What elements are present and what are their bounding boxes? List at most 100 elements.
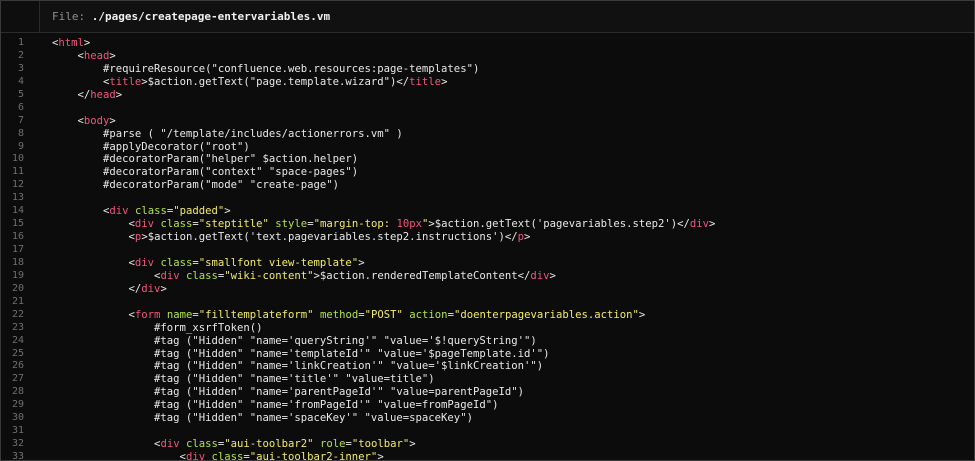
code-token: body	[83, 114, 110, 127]
code-token: #requireResource("confluence.web.resourc…	[52, 62, 480, 75]
code-token: #applyDecorator("root")	[52, 140, 250, 153]
code-token: #tag ("Hidden" "name='queryString'" "val…	[52, 334, 537, 347]
file-path: ./pages/createpage-entervariables.vm	[91, 10, 331, 23]
code-viewer: File: ./pages/createpage-entervariables.…	[0, 0, 975, 461]
code-line: 18 <div class="smallfont view-template">	[1, 257, 974, 270]
code-token: class	[211, 451, 244, 461]
code-text: #decoratorParam("context" "space-pages")	[52, 166, 358, 179]
code-token: >	[549, 269, 556, 282]
code-token: name	[166, 308, 193, 321]
code-text: #tag ("Hidden" "name='spaceKey'" "value=…	[52, 412, 473, 425]
code-text: #tag ("Hidden" "name='parentPageId'" "va…	[52, 386, 524, 399]
line-number: 15	[11, 218, 24, 230]
code-token: title	[409, 75, 442, 88]
code-token: "margin-top:	[313, 218, 397, 231]
code-line: 2 <head>	[1, 50, 974, 63]
code-line: 28 #tag ("Hidden" "name='parentPageId'" …	[1, 386, 974, 399]
line-number: 26	[11, 360, 24, 372]
code-token: <	[52, 231, 135, 244]
line-number: 23	[11, 321, 24, 333]
line-number: 11	[11, 166, 24, 178]
code-line: 31	[1, 425, 974, 438]
code-token: </	[52, 282, 142, 295]
code-token: "aui-toolbar2"	[224, 438, 314, 451]
code-text: #tag ("Hidden" "name='linkCreation'" "va…	[52, 360, 543, 373]
code-text: <div class="aui-toolbar2-inner">	[52, 451, 384, 461]
code-token: <	[52, 438, 161, 451]
code-token: #tag ("Hidden" "name='templateId'" "valu…	[52, 347, 550, 360]
line-number: 2	[17, 49, 24, 61]
code-text: <div class="wiki-content">$action.render…	[52, 270, 556, 283]
line-number: 33	[11, 451, 24, 461]
code-line: 25 #tag ("Hidden" "name='templateId'" "v…	[1, 348, 974, 361]
code-line: 32 <div class="aui-toolbar2" role="toolb…	[1, 438, 974, 451]
code-token: role	[319, 438, 346, 451]
code-line: 7 <body>	[1, 115, 974, 128]
line-number: 31	[11, 425, 24, 437]
gutter-header	[1, 1, 40, 32]
line-number: 32	[11, 438, 24, 450]
code-line: 23 #form_xsrfToken()	[1, 322, 974, 335]
code-line: 21	[1, 296, 974, 309]
code-token: div	[109, 205, 129, 218]
code-line: 16 <p>$action.getText('text.pagevariable…	[1, 231, 974, 244]
code-token: div	[160, 438, 180, 451]
code-token: div	[185, 451, 206, 461]
code-token: >	[109, 49, 116, 62]
code-token: #decoratorParam("helper" $action.helper)	[52, 153, 359, 166]
line-number: 20	[11, 282, 24, 294]
code-token: head	[90, 88, 116, 101]
line-number: 10	[11, 153, 24, 165]
line-number: 8	[17, 127, 24, 139]
code-line: 10 #decoratorParam("helper" $action.help…	[1, 153, 974, 166]
code-text: </div>	[52, 283, 167, 296]
code-token: div	[689, 218, 710, 231]
code-text: #tag ("Hidden" "name='templateId'" "valu…	[52, 348, 549, 361]
code-line: 30 #tag ("Hidden" "name='spaceKey'" "val…	[1, 412, 974, 425]
code-token: <	[52, 269, 161, 282]
code-token: >$action.renderedTemplateContent</	[313, 269, 531, 282]
file-header: File: ./pages/createpage-entervariables.…	[1, 1, 974, 33]
code-token: #form_xsrfToken()	[52, 321, 263, 334]
code-token: >$action.getText('text.pagevariables.ste…	[141, 231, 518, 244]
line-number: 21	[11, 295, 24, 307]
code-token: div	[134, 218, 155, 231]
code-text: #applyDecorator("root")	[52, 141, 250, 154]
code-token: "aui-toolbar2-inner"	[249, 451, 378, 461]
code-token: #tag ("Hidden" "name='linkCreation'" "va…	[52, 360, 544, 373]
code-text: #tag ("Hidden" "name='queryString'" "val…	[52, 335, 537, 348]
code-line: 12 #decoratorParam("mode" "create-page")	[1, 179, 974, 192]
line-number: 18	[11, 256, 24, 268]
code-token: #tag ("Hidden" "name='fromPageId'" "valu…	[52, 399, 499, 412]
code-line: 14 <div class="padded">	[1, 205, 974, 218]
code-token: >$action.getText('pagevariables.step2')<…	[428, 218, 690, 231]
code-token: #tag ("Hidden" "name='spaceKey'" "value=…	[52, 412, 473, 425]
code-text: #requireResource("confluence.web.resourc…	[52, 63, 479, 76]
line-number: 7	[17, 114, 24, 126]
code-line: 22 <form name="filltemplateform" method=…	[1, 309, 974, 322]
code-token: class	[134, 205, 167, 218]
code-token: #parse ( "/template/includes/actionerror…	[52, 127, 403, 140]
code-token: action	[409, 308, 448, 321]
file-label: File:	[52, 10, 86, 23]
code-token: "POST"	[364, 308, 403, 321]
code-text: </head>	[52, 88, 123, 102]
code-token: >	[224, 205, 231, 218]
line-number: 12	[11, 179, 24, 191]
line-number: 24	[11, 334, 24, 346]
code-area[interactable]: 1 <html> 2 <head> 3 #requireResource("confl…	[1, 37, 974, 461]
code-token: <	[52, 114, 84, 127]
line-number: 17	[11, 244, 24, 255]
code-token: "wiki-content"	[224, 269, 314, 282]
code-line: 13	[1, 192, 974, 205]
line-number: 22	[11, 308, 24, 320]
line-number: 29	[11, 399, 24, 411]
code-token: >	[115, 88, 123, 101]
code-token: div	[141, 282, 161, 295]
line-number: 1	[17, 37, 24, 48]
code-token: "steptitle"	[198, 218, 269, 231]
code-token: html	[58, 37, 84, 49]
code-line: 15 <div class="steptitle" style="margin-…	[1, 218, 974, 231]
code-text: #form_xsrfToken()	[52, 322, 262, 335]
code-token: div	[530, 269, 550, 282]
